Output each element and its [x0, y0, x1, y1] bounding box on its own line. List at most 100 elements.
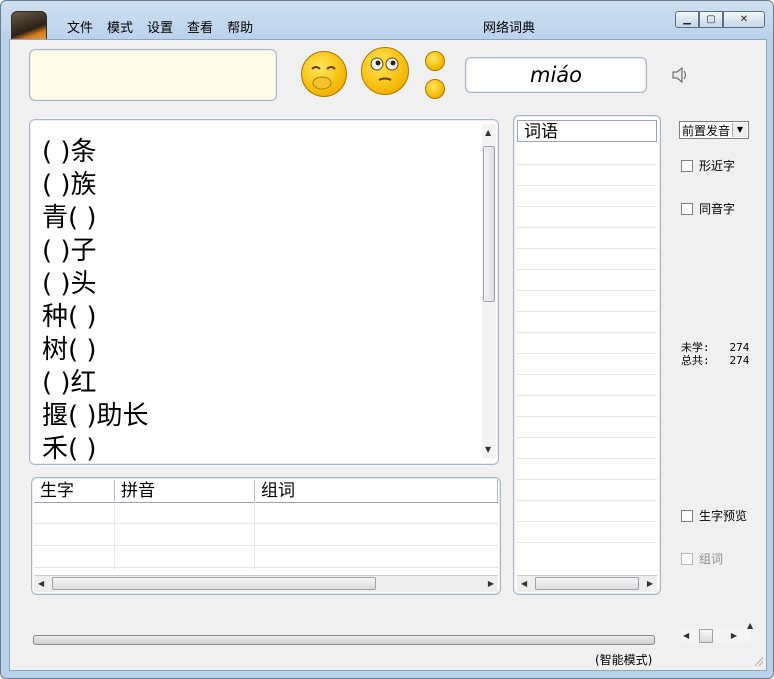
list-item[interactable]	[517, 437, 657, 438]
checkbox-box[interactable]	[681, 202, 693, 215]
list-item[interactable]: ( )红	[42, 367, 149, 400]
character-list[interactable]: ( )条 ( )族 青( ) ( )子 ( )头 种( ) 树( ) ( )红 …	[29, 119, 499, 465]
table-divider	[254, 502, 255, 570]
list-item[interactable]: ( )头	[42, 268, 149, 301]
homophone-checkbox[interactable]: 同音字	[681, 200, 735, 217]
maximize-button[interactable]: ▢	[699, 11, 723, 28]
checkbox-box[interactable]	[681, 509, 693, 522]
close-button[interactable]: ✕	[723, 11, 765, 28]
scroll-left-icon[interactable]: ◀	[521, 579, 527, 588]
chevron-down-icon[interactable]: ▼	[732, 123, 747, 137]
table-header: 生字 拼音 组词	[34, 480, 498, 503]
character-list-scrollbar[interactable]: ▲ ▼	[482, 124, 496, 458]
scroll-left-icon[interactable]: ◀	[38, 579, 44, 588]
menu-view[interactable]: 查看	[187, 17, 213, 36]
table-row[interactable]	[34, 546, 498, 568]
minimize-icon: ▁	[683, 14, 691, 25]
list-item[interactable]	[517, 248, 657, 249]
menu-settings[interactable]: 设置	[147, 17, 173, 36]
table-horizontal-scrollbar[interactable]: ◀ ▶	[34, 575, 498, 592]
status-mode: (智能模式)	[595, 653, 653, 667]
list-item[interactable]	[517, 479, 657, 480]
list-item[interactable]	[517, 395, 657, 396]
scrollbar-thumb[interactable]	[535, 577, 639, 590]
list-item[interactable]	[517, 227, 657, 228]
group-words-checkbox[interactable]: 组词	[681, 550, 723, 567]
character-input[interactable]	[29, 49, 277, 101]
table-row[interactable]	[34, 524, 498, 546]
checkbox-box[interactable]	[681, 159, 693, 172]
preview-checkbox[interactable]: 生字预览	[681, 507, 747, 524]
stats-panel: 未学: 274 总共: 274	[681, 341, 749, 367]
scroll-right-icon[interactable]: ▶	[488, 579, 494, 588]
list-item[interactable]	[517, 521, 657, 522]
scrollbar-thumb[interactable]	[52, 577, 376, 590]
character-list-items: ( )条 ( )族 青( ) ( )子 ( )头 种( ) 树( ) ( )红 …	[42, 136, 149, 464]
menu-mode[interactable]: 模式	[107, 17, 133, 36]
scroll-right-icon[interactable]: ▶	[647, 579, 653, 588]
scroll-down-icon[interactable]: ▼	[485, 445, 491, 454]
minimize-button[interactable]: ▁	[675, 11, 699, 28]
spin-up-icon[interactable]: ▲	[747, 621, 753, 630]
list-item[interactable]: 揠( )助长	[42, 400, 149, 433]
list-item[interactable]: ( )子	[42, 235, 149, 268]
list-item[interactable]	[517, 311, 657, 312]
list-item[interactable]: 禾( )	[42, 433, 149, 464]
progress-bar	[33, 635, 655, 645]
menu-help[interactable]: 帮助	[227, 17, 253, 36]
list-item[interactable]	[517, 269, 657, 270]
unlearned-count: 274	[729, 341, 750, 354]
speaker-icon[interactable]	[671, 67, 689, 83]
table-divider	[114, 502, 115, 570]
list-item[interactable]	[517, 416, 657, 417]
mini-slider[interactable]: ◀ ▶	[681, 627, 751, 643]
scroll-right-icon[interactable]: ▶	[731, 631, 737, 640]
scroll-up-icon[interactable]: ▲	[485, 128, 491, 137]
small-smile-icon[interactable]	[425, 51, 445, 71]
column-header-pinyin[interactable]: 拼音	[115, 480, 255, 502]
small-surprised-icon[interactable]	[425, 79, 445, 99]
words-header[interactable]: 词语	[517, 120, 657, 142]
checkbox-label: 生字预览	[699, 509, 748, 523]
list-item[interactable]	[517, 206, 657, 207]
list-item[interactable]: 种( )	[42, 301, 149, 334]
character-table: 生字 拼音 组词 ◀ ▶	[31, 477, 501, 595]
laugh-emoji-icon[interactable]	[301, 51, 347, 97]
list-item[interactable]: ( )族	[42, 169, 149, 202]
checkbox-label: 形近字	[699, 159, 736, 173]
laugh-emoji-face	[311, 66, 336, 90]
close-icon: ✕	[739, 14, 749, 25]
unlearned-label: 未学:	[681, 341, 710, 354]
think-emoji-icon[interactable]	[361, 47, 409, 95]
checkbox-label: 同音字	[699, 202, 736, 216]
column-header-character[interactable]: 生字	[34, 480, 115, 502]
list-item[interactable]: ( )条	[42, 136, 149, 169]
list-item[interactable]	[517, 353, 657, 354]
column-header-words[interactable]: 组词	[255, 480, 498, 502]
table-row[interactable]	[34, 502, 498, 524]
list-item[interactable]	[517, 185, 657, 186]
list-item[interactable]	[517, 458, 657, 459]
list-item[interactable]	[517, 542, 657, 543]
list-item[interactable]: 青( )	[42, 202, 149, 235]
checkbox-label: 组词	[699, 552, 724, 566]
menu-bar: 文件 模式 设置 查看 帮助	[67, 17, 253, 36]
similar-char-checkbox[interactable]: 形近字	[681, 157, 735, 174]
list-item[interactable]: 树( )	[42, 334, 149, 367]
pinyin-display: miáo	[465, 57, 647, 93]
pronunciation-select-value: 前置发音	[682, 124, 731, 138]
list-item[interactable]	[517, 290, 657, 291]
menu-file[interactable]: 文件	[67, 17, 93, 36]
list-item[interactable]	[517, 500, 657, 501]
resize-grip-icon[interactable]	[753, 656, 763, 666]
scroll-left-icon[interactable]: ◀	[683, 631, 689, 640]
scrollbar-thumb[interactable]	[483, 146, 495, 302]
words-horizontal-scrollbar[interactable]: ◀ ▶	[517, 575, 657, 592]
checkbox-box[interactable]	[681, 552, 693, 565]
list-item[interactable]	[517, 374, 657, 375]
list-item[interactable]	[517, 164, 657, 165]
pronunciation-select[interactable]: 前置发音 ▼	[679, 121, 749, 139]
list-item[interactable]	[517, 332, 657, 333]
slider-thumb[interactable]	[699, 629, 713, 643]
maximize-icon: ▢	[706, 14, 716, 25]
